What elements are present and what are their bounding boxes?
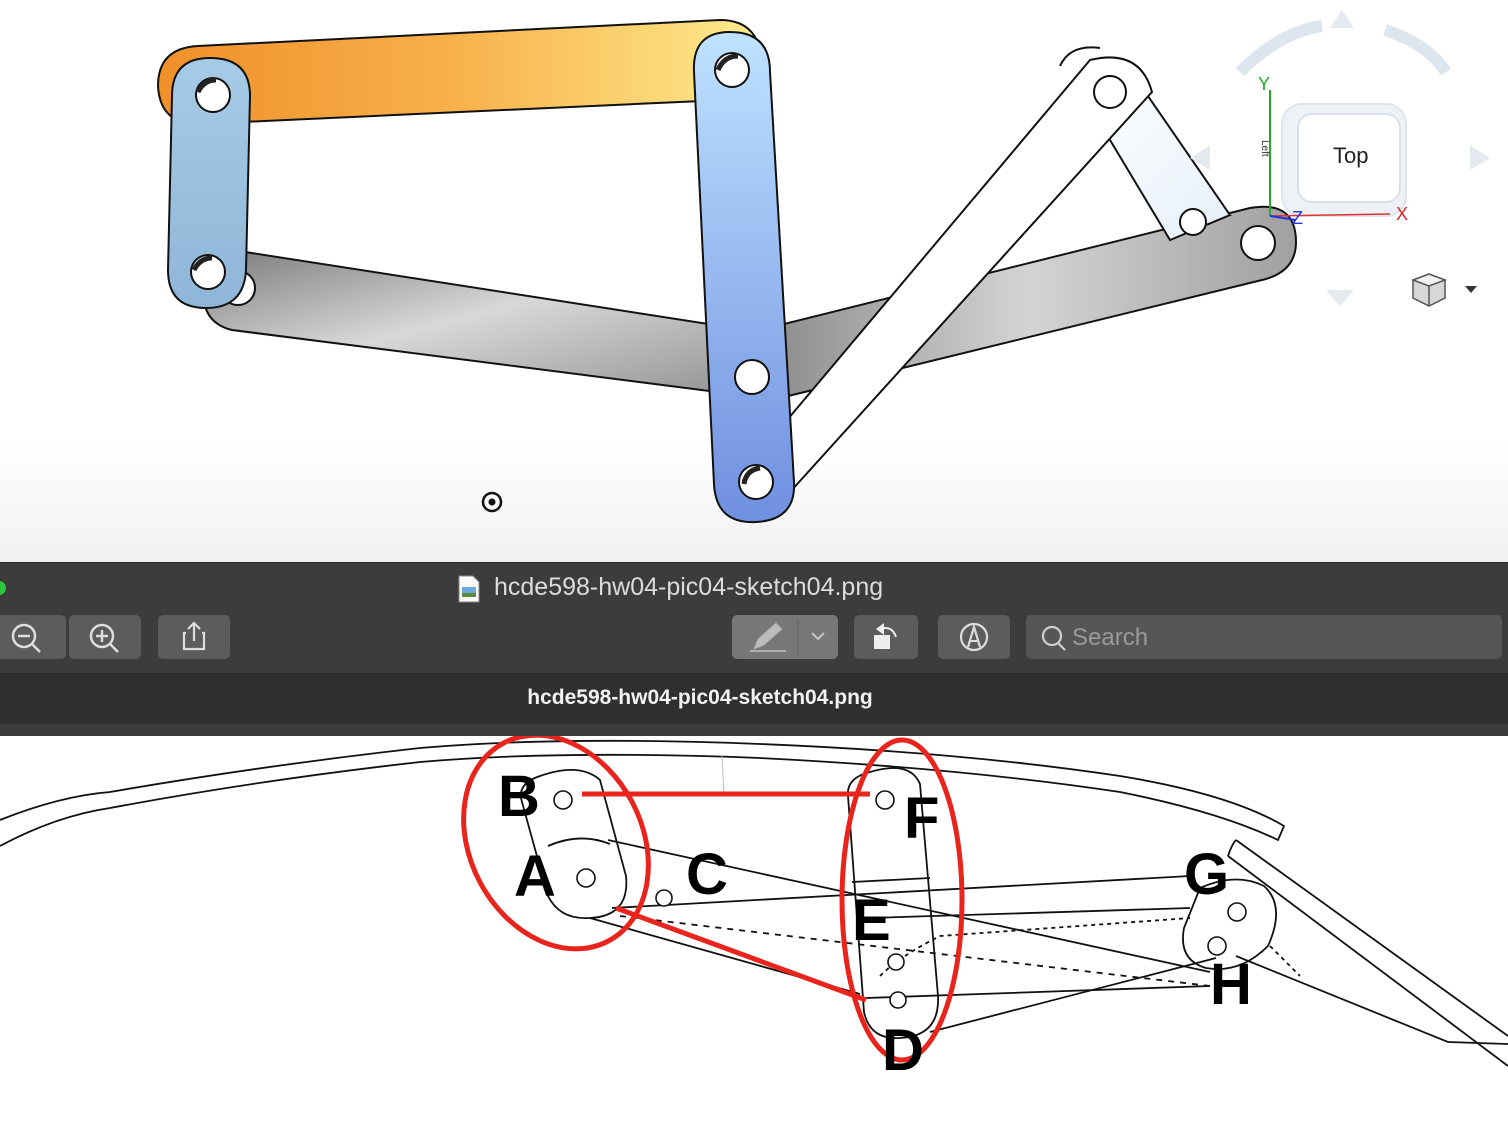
window-title-row: hcde598-hw04-pic04-sketch04.png	[0, 563, 1508, 613]
label-e: E	[852, 888, 891, 953]
linkage-model[interactable]	[0, 0, 1508, 562]
zoom-in-icon	[89, 623, 119, 653]
origin-marker-icon	[481, 491, 503, 513]
label-f: F	[904, 786, 940, 851]
zoom-out-button[interactable]	[0, 615, 66, 659]
search-input[interactable]	[1070, 621, 1494, 655]
view-options-dropdown[interactable]	[1411, 272, 1483, 308]
zoom-out-icon	[11, 623, 41, 653]
axis-y-label: Y	[1258, 74, 1271, 94]
label-b: B	[498, 764, 540, 829]
share-icon	[182, 621, 206, 651]
label-a: A	[514, 844, 556, 909]
view-cube-top-label[interactable]: Top	[1333, 143, 1368, 169]
rotate-button[interactable]	[854, 615, 918, 659]
markup-pen-icon	[750, 619, 825, 655]
tab-title[interactable]: hcde598-hw04-pic04-sketch04.png	[0, 686, 1400, 710]
markup-toolbar-button[interactable]	[938, 615, 1010, 659]
sketch-image: B A C F E D G H	[0, 736, 1508, 1144]
chevron-down-icon	[811, 632, 825, 641]
mechanism-sketch	[0, 736, 1508, 1067]
window-title: hcde598-hw04-pic04-sketch04.png	[494, 573, 884, 601]
share-button[interactable]	[158, 615, 230, 659]
rotate-icon	[874, 623, 897, 649]
preview-window-titlebar: hcde598-hw04-pic04-sketch04.png Search h…	[0, 562, 1508, 737]
search-field[interactable]	[1026, 615, 1502, 659]
label-d: D	[882, 1018, 924, 1083]
highlight-ellipse-ab	[461, 736, 651, 952]
cad-viewport[interactable]: Top Left Y X Z	[0, 0, 1508, 562]
steel-blue-link[interactable]	[166, 56, 252, 310]
label-h: H	[1210, 952, 1252, 1017]
zoom-in-button[interactable]	[69, 615, 141, 659]
label-c: C	[686, 842, 728, 907]
chevron-down-icon	[1465, 286, 1477, 293]
label-g: G	[1184, 842, 1230, 907]
markup-pen-button[interactable]	[732, 615, 838, 659]
view-cube-left-label: Left	[1259, 140, 1270, 157]
image-file-icon	[458, 575, 480, 603]
zoom-window-button[interactable]	[0, 581, 6, 595]
search-icon	[1041, 625, 1066, 651]
tab-bar[interactable]: hcde598-hw04-pic04-sketch04.png	[0, 674, 1508, 724]
cube-icon	[1411, 273, 1477, 307]
gray-link-left[interactable]	[202, 248, 782, 402]
blue-link[interactable]	[692, 30, 796, 524]
axis-x-label: X	[1396, 204, 1409, 224]
axis-z-label: Z	[1292, 208, 1303, 228]
markup-icon	[959, 622, 989, 652]
